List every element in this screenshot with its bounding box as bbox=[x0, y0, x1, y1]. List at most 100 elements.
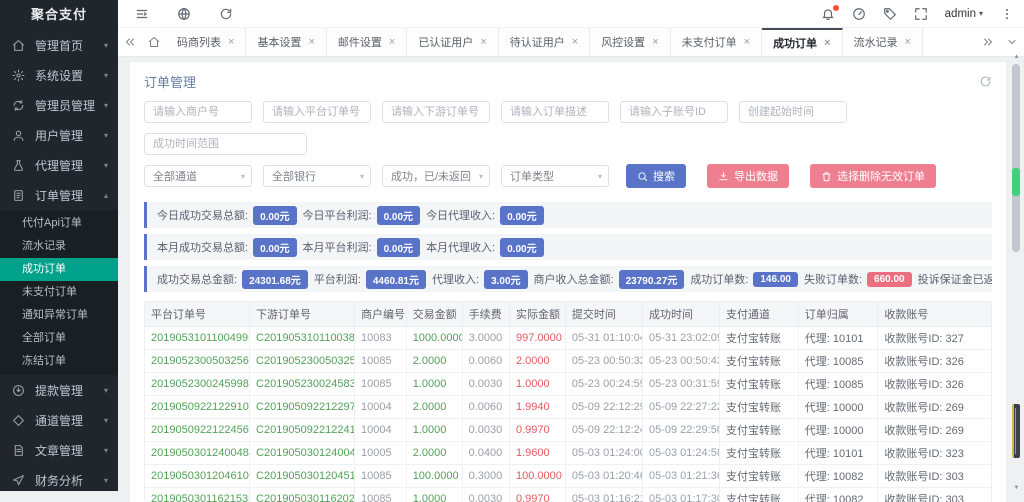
close-icon[interactable]: × bbox=[308, 37, 314, 48]
sidebar-subitem[interactable]: 通知异常订单 bbox=[0, 304, 118, 327]
scroll-up-icon[interactable]: ▲ bbox=[1012, 54, 1021, 60]
delete-invalid-orders-button[interactable]: 选择删除无效订单 bbox=[810, 164, 936, 188]
filter-input[interactable] bbox=[501, 101, 609, 123]
scroll-down-icon[interactable]: ▼ bbox=[1012, 485, 1021, 491]
sidebar-subitem[interactable]: 全部订单 bbox=[0, 327, 118, 350]
sidebar-item[interactable]: 用户管理▾ bbox=[0, 120, 118, 150]
sidebar-subitem[interactable]: 流水记录 bbox=[0, 235, 118, 258]
select-value: 订单类型 bbox=[510, 168, 554, 184]
tab[interactable]: 未支付订单× bbox=[671, 28, 762, 56]
stat-item: 本月平台利润:0.00元 bbox=[303, 238, 421, 257]
filter-select[interactable]: 全部通道▾ bbox=[144, 165, 252, 187]
table-cell[interactable]: 20190531011004995057 bbox=[145, 327, 250, 350]
refresh-icon[interactable] bbox=[219, 7, 233, 21]
sidebar-item[interactable]: 文章管理▾ bbox=[0, 435, 118, 465]
table-cell[interactable]: 20190503012046101519 bbox=[145, 465, 250, 488]
filter-select[interactable]: 订单类型▾ bbox=[501, 165, 609, 187]
table-row: 20190523005032569953C2019052300503254261… bbox=[145, 350, 992, 373]
table-cell: 05-03 01:24:00 bbox=[565, 442, 642, 465]
table-cell[interactable]: C20190523002458323764 bbox=[250, 373, 355, 396]
table-cell: 1.0000 bbox=[406, 488, 462, 502]
close-icon[interactable]: × bbox=[389, 37, 395, 48]
sidebar-item[interactable]: 代理管理▾ bbox=[0, 150, 118, 180]
tab[interactable]: 成功订单× bbox=[762, 28, 842, 56]
bell-icon[interactable] bbox=[821, 7, 835, 21]
table-cell[interactable]: 20190523002459989752 bbox=[145, 373, 250, 396]
tab[interactable]: 待认证用户 × bbox=[499, 28, 590, 56]
chevrons-left-icon[interactable] bbox=[118, 28, 142, 56]
table-cell[interactable]: C20190503012045121203 bbox=[250, 465, 355, 488]
sidebar-submenu: 代付Api订单流水记录成功订单未支付订单通知异常订单全部订单冻结订单 bbox=[0, 210, 118, 375]
tab[interactable]: 码商列表× bbox=[166, 28, 246, 56]
filter-input[interactable] bbox=[739, 101, 847, 123]
tab[interactable]: 基本设置× bbox=[246, 28, 326, 56]
home-icon[interactable] bbox=[142, 28, 166, 56]
sidebar-item[interactable]: 管理首页▾ bbox=[0, 30, 118, 60]
table-cell: 2.0000 bbox=[406, 442, 462, 465]
export-data-button[interactable]: 导出数据 bbox=[707, 164, 789, 188]
table-cell: 收款账号ID: 327 bbox=[878, 327, 992, 350]
filter-input[interactable] bbox=[382, 101, 490, 123]
more-vertical-icon[interactable] bbox=[1000, 7, 1014, 21]
user-menu[interactable]: admin ▾ bbox=[945, 8, 983, 20]
close-icon[interactable]: × bbox=[228, 37, 234, 48]
close-icon[interactable]: × bbox=[480, 37, 486, 48]
filter-input[interactable] bbox=[620, 101, 728, 123]
sidebar-item[interactable]: 订单管理▴ bbox=[0, 180, 118, 210]
sidebar-item[interactable]: 管理员管理▾ bbox=[0, 90, 118, 120]
close-icon[interactable]: × bbox=[572, 37, 578, 48]
tab[interactable]: 已认证用户× bbox=[407, 28, 498, 56]
dashboard-icon[interactable] bbox=[852, 7, 866, 21]
search-button[interactable]: 搜索 bbox=[626, 164, 686, 188]
tabs-container: 码商列表×基本设置×邮件设置×已认证用户×待认证用户×风控设置×未支付订单×成功… bbox=[166, 28, 923, 56]
sidebar-subitem[interactable]: 未支付订单 bbox=[0, 281, 118, 304]
stat-label: 本月成功交易总额: bbox=[157, 239, 248, 255]
table-cell[interactable]: C20190503012400427722 bbox=[250, 442, 355, 465]
close-icon[interactable]: × bbox=[824, 38, 830, 49]
table-cell[interactable]: 20190503011621535010 bbox=[145, 488, 250, 502]
close-icon[interactable]: × bbox=[905, 37, 911, 48]
language-icon[interactable] bbox=[177, 7, 191, 21]
scrollbar-thumb[interactable] bbox=[1012, 64, 1020, 252]
tag-icon[interactable] bbox=[883, 7, 897, 21]
sidebar-subitem[interactable]: 冻结订单 bbox=[0, 350, 118, 373]
table-cell[interactable]: C20190523005032542611 bbox=[250, 350, 355, 373]
table-cell: 1.0000 bbox=[510, 373, 566, 396]
table-cell: 05-03 01:24:58 bbox=[642, 442, 719, 465]
tab[interactable]: 流水记录× bbox=[843, 28, 923, 56]
table-cell[interactable]: 20190509221224569998 bbox=[145, 419, 250, 442]
table-scrollbar-thumb[interactable] bbox=[1012, 404, 1020, 458]
tab-label: 待认证用户 bbox=[510, 34, 565, 50]
caret-down-icon: ▾ bbox=[104, 446, 108, 455]
tab[interactable]: 风控设置× bbox=[590, 28, 670, 56]
table-cell[interactable]: 20190503012400489754 bbox=[145, 442, 250, 465]
table-cell[interactable]: C20190503011620273638 bbox=[250, 488, 355, 502]
table-cell[interactable]: C20190509221224134469 bbox=[250, 419, 355, 442]
collapse-menu-icon[interactable] bbox=[135, 7, 149, 21]
close-icon[interactable]: × bbox=[744, 37, 750, 48]
filter-input[interactable] bbox=[144, 133, 307, 155]
sidebar-subitem[interactable]: 成功订单 bbox=[0, 258, 118, 281]
filter-select[interactable]: 全部银行▾ bbox=[263, 165, 371, 187]
fullscreen-icon[interactable] bbox=[914, 7, 928, 21]
table-row: 20190503011621535010C2019050301162027363… bbox=[145, 488, 992, 502]
table-cell[interactable]: C20190509221229778460 bbox=[250, 396, 355, 419]
sidebar-subitem[interactable]: 代付Api订单 bbox=[0, 212, 118, 235]
filter-input[interactable] bbox=[263, 101, 371, 123]
chevron-down-icon[interactable] bbox=[1000, 28, 1024, 56]
filter-select[interactable]: 成功，已/未返回▾ bbox=[382, 165, 490, 187]
table-cell[interactable]: C20190531011003819055 bbox=[250, 327, 355, 350]
select-value: 成功，已/未返回 bbox=[391, 168, 471, 184]
chevrons-right-icon[interactable] bbox=[976, 28, 1000, 56]
table-cell[interactable]: 20190523005032569953 bbox=[145, 350, 250, 373]
sidebar-item[interactable]: 提款管理▾ bbox=[0, 375, 118, 405]
tab[interactable]: 邮件设置× bbox=[327, 28, 407, 56]
table-cell: 代理: 10082 bbox=[798, 465, 878, 488]
reload-icon[interactable] bbox=[979, 75, 992, 88]
table-cell: 0.0060 bbox=[462, 396, 509, 419]
filter-input[interactable] bbox=[144, 101, 252, 123]
close-icon[interactable]: × bbox=[652, 37, 658, 48]
table-cell[interactable]: 20190509221229100995 bbox=[145, 396, 250, 419]
sidebar-item[interactable]: 系统设置▾ bbox=[0, 60, 118, 90]
sidebar-item[interactable]: 通道管理▾ bbox=[0, 405, 118, 435]
